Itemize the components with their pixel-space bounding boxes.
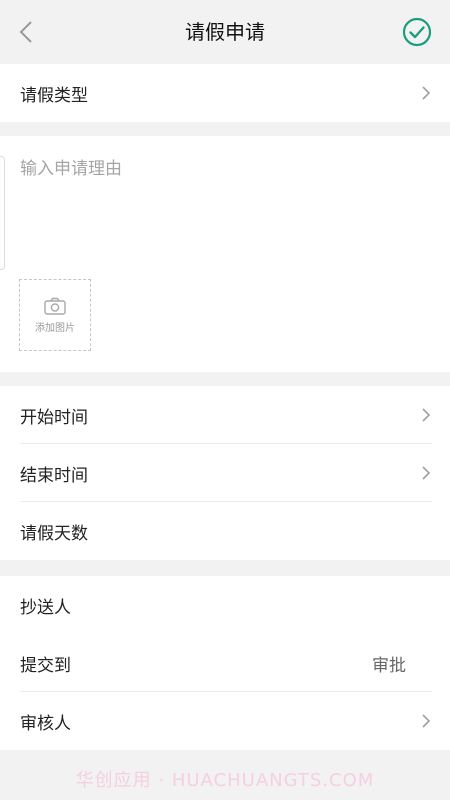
start-time-label: 开始时间 bbox=[20, 407, 88, 428]
chevron-right-icon bbox=[422, 408, 431, 422]
camera-icon bbox=[44, 297, 66, 315]
submit-to-label: 提交到 bbox=[20, 655, 71, 676]
page-title: 请假申请 bbox=[185, 20, 265, 44]
reviewer-label: 审核人 bbox=[20, 713, 71, 734]
submit-to-value: 审批 bbox=[372, 655, 406, 676]
reason-input[interactable]: 输入申请理由 bbox=[20, 154, 122, 179]
leave-days-label: 请假天数 bbox=[20, 523, 88, 544]
app-header: 请假申请 bbox=[0, 0, 450, 64]
leave-days-row[interactable]: 请假天数 bbox=[0, 502, 450, 560]
check-circle-icon bbox=[402, 17, 432, 47]
reason-section: 输入申请理由 添加图片 bbox=[0, 136, 450, 372]
chevron-right-icon bbox=[422, 714, 431, 728]
reviewer-row[interactable]: 审核人 bbox=[0, 692, 450, 750]
people-section: 抄送人 提交到 审批 审核人 bbox=[0, 576, 450, 750]
watermark: 华创应用 · HUACHUANGTS.COM bbox=[75, 770, 375, 791]
end-time-label: 结束时间 bbox=[20, 465, 88, 486]
end-time-row[interactable]: 结束时间 bbox=[0, 444, 450, 502]
leave-type-section: 请假类型 bbox=[0, 64, 450, 122]
side-handle[interactable] bbox=[0, 156, 5, 270]
chevron-right-icon bbox=[422, 86, 431, 100]
leave-type-label: 请假类型 bbox=[20, 85, 88, 106]
cc-label: 抄送人 bbox=[20, 597, 71, 618]
chevron-right-icon bbox=[422, 466, 431, 480]
submit-to-row[interactable]: 提交到 审批 bbox=[0, 634, 450, 692]
add-image-label: 添加图片 bbox=[35, 322, 75, 334]
add-image-button[interactable]: 添加图片 bbox=[19, 279, 91, 351]
leave-type-row[interactable]: 请假类型 bbox=[0, 64, 450, 122]
time-section: 开始时间 结束时间 请假天数 bbox=[0, 386, 450, 560]
cc-row[interactable]: 抄送人 bbox=[0, 576, 450, 634]
start-time-row[interactable]: 开始时间 bbox=[0, 386, 450, 444]
confirm-button[interactable] bbox=[402, 17, 432, 47]
